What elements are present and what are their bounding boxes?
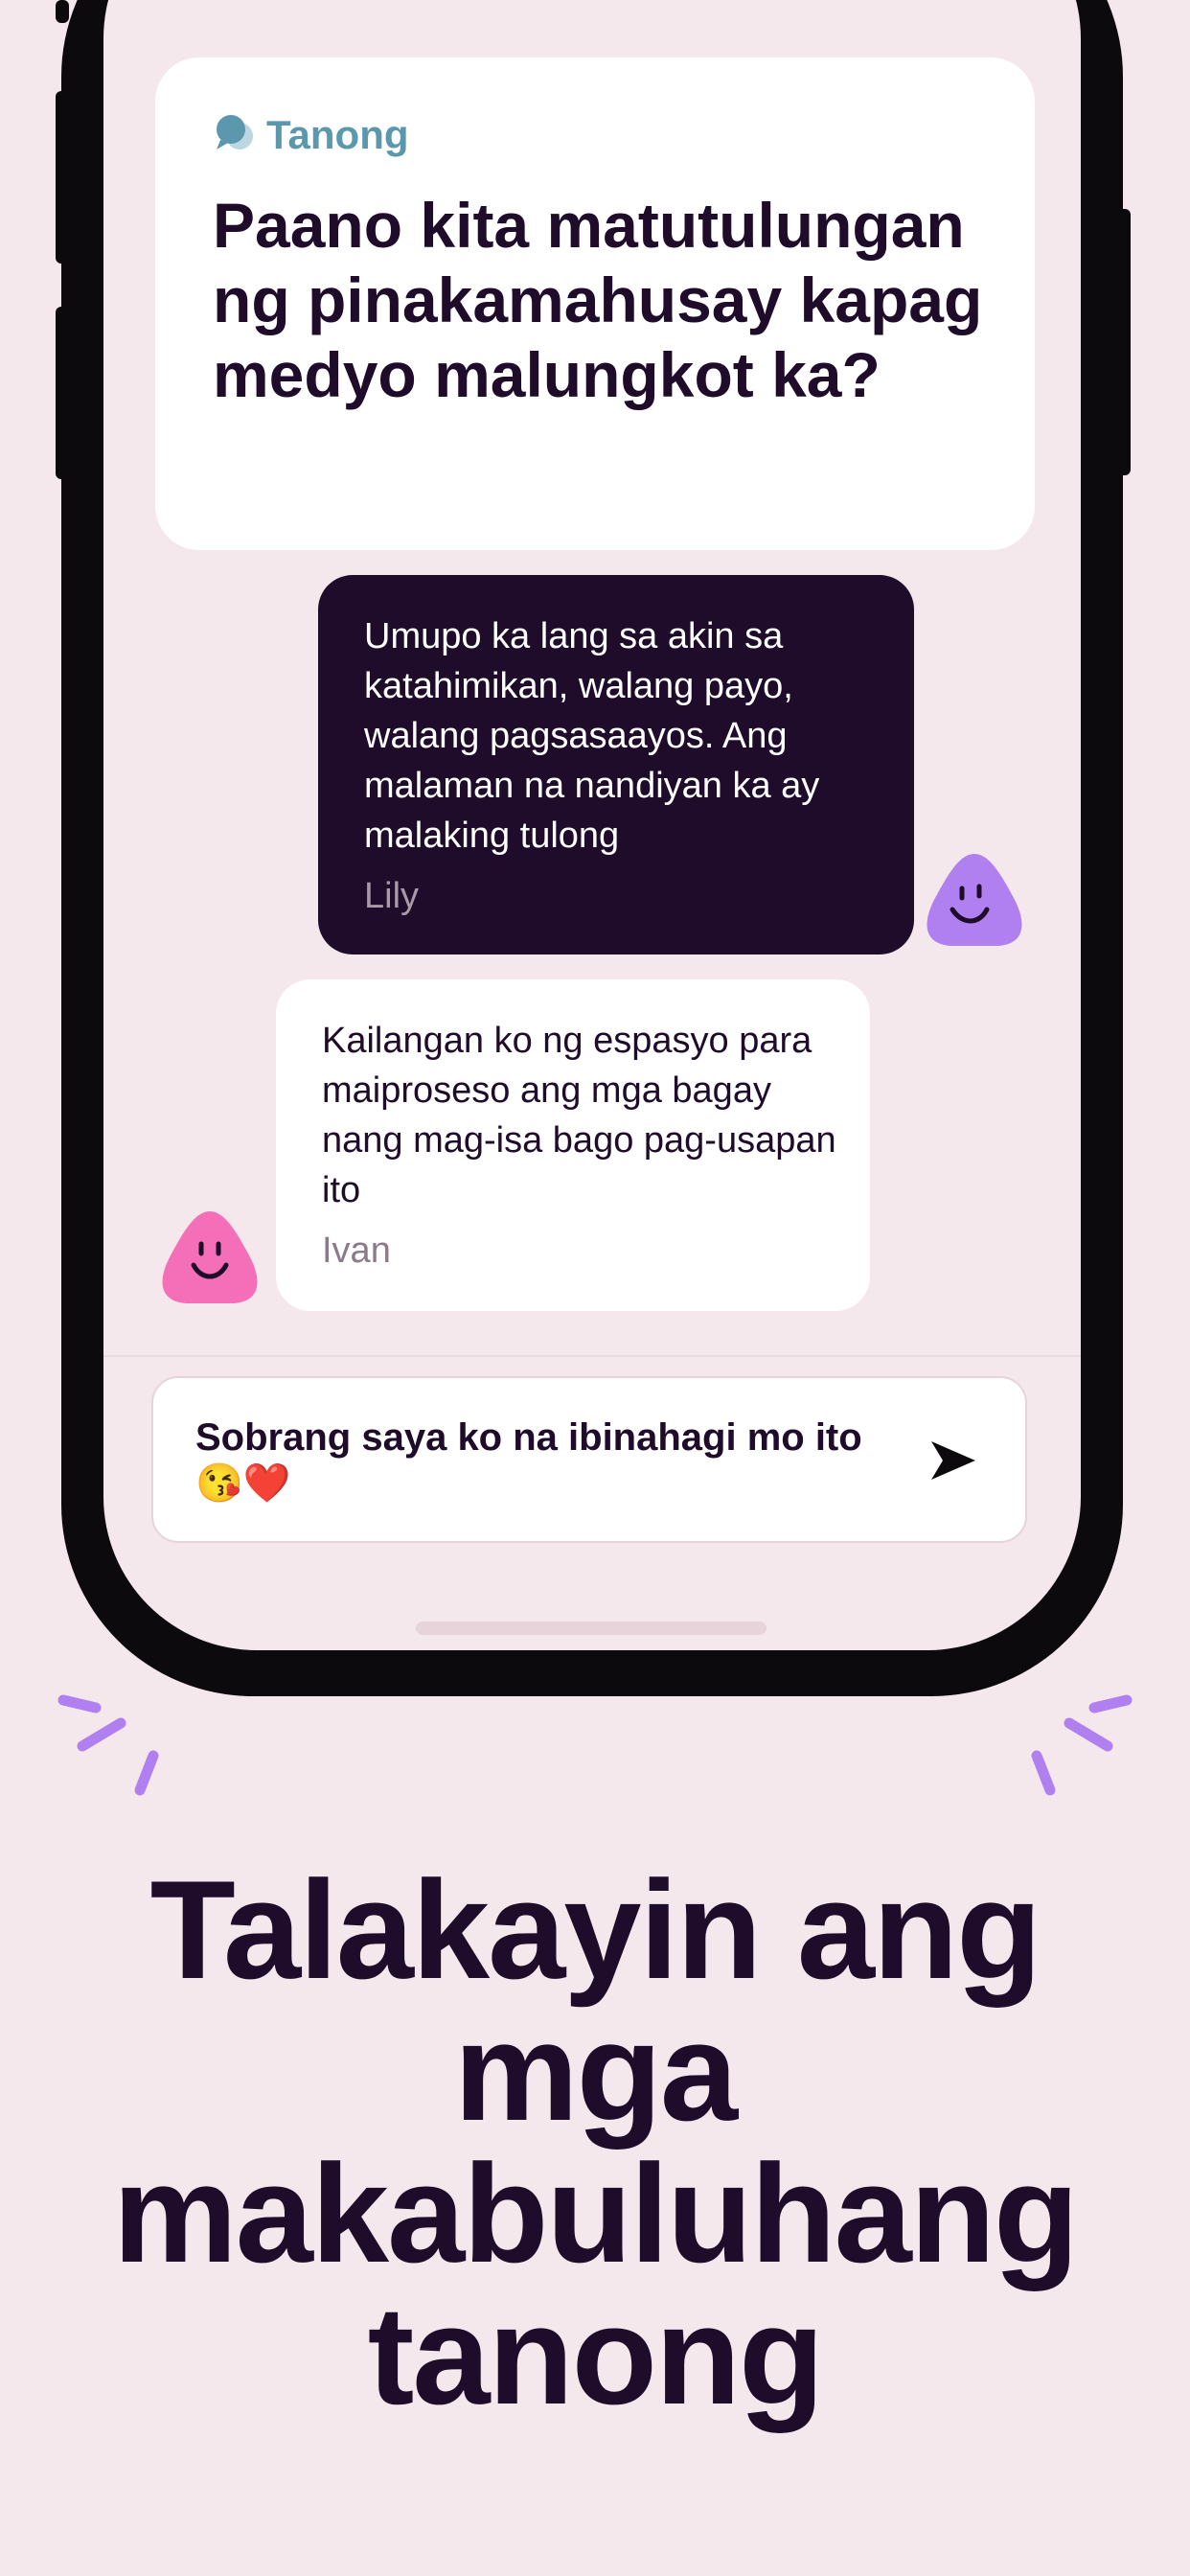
promo-headline: Talakayin ang mga makabuluhang tanong [112, 1852, 1079, 2433]
chat-bubbles-icon [213, 111, 257, 159]
app-promo-screen: Tanong Paano kita matutulungan ng pinaka… [0, 0, 1190, 2576]
pink-smiley-avatar-icon [155, 1206, 264, 1307]
question-badge: Tanong [213, 111, 409, 159]
message-input[interactable]: Sobrang saya ko na ibinahagi mo ito😘❤️ [195, 1414, 885, 1506]
message-composer[interactable]: Sobrang saya ko na ibinahagi mo ito😘❤️ [151, 1376, 1027, 1543]
phone-side-button [56, 0, 69, 23]
question-card: Tanong Paano kita matutulungan ng pinaka… [155, 58, 1035, 550]
message-text: Umupo ka lang sa akin sa katahimikan, wa… [364, 616, 820, 856]
sparkle-lines-icon [1008, 1687, 1133, 1802]
message-text: Kailangan ko ng espasyo para maiproseso … [322, 1021, 836, 1210]
message-author: Ivan [322, 1230, 391, 1271]
phone-screen: Tanong Paano kita matutulungan ng pinaka… [103, 0, 1081, 1650]
message-bubble-lily[interactable]: Umupo ka lang sa akin sa katahimikan, wa… [318, 575, 914, 954]
sparkle-lines-icon [57, 1687, 182, 1802]
home-indicator [416, 1622, 767, 1635]
purple-smiley-avatar-icon [920, 848, 1029, 950]
send-button[interactable] [924, 1432, 981, 1489]
message-author: Lily [364, 876, 420, 916]
question-text: Paano kita matutulungan ng pinakamahusay… [213, 190, 983, 410]
question-badge-label: Tanong [266, 112, 409, 157]
composer-divider [103, 1355, 1081, 1357]
send-arrow-icon [931, 1441, 975, 1480]
message-bubble-ivan[interactable]: Kailangan ko ng espasyo para maiproseso … [276, 979, 870, 1311]
